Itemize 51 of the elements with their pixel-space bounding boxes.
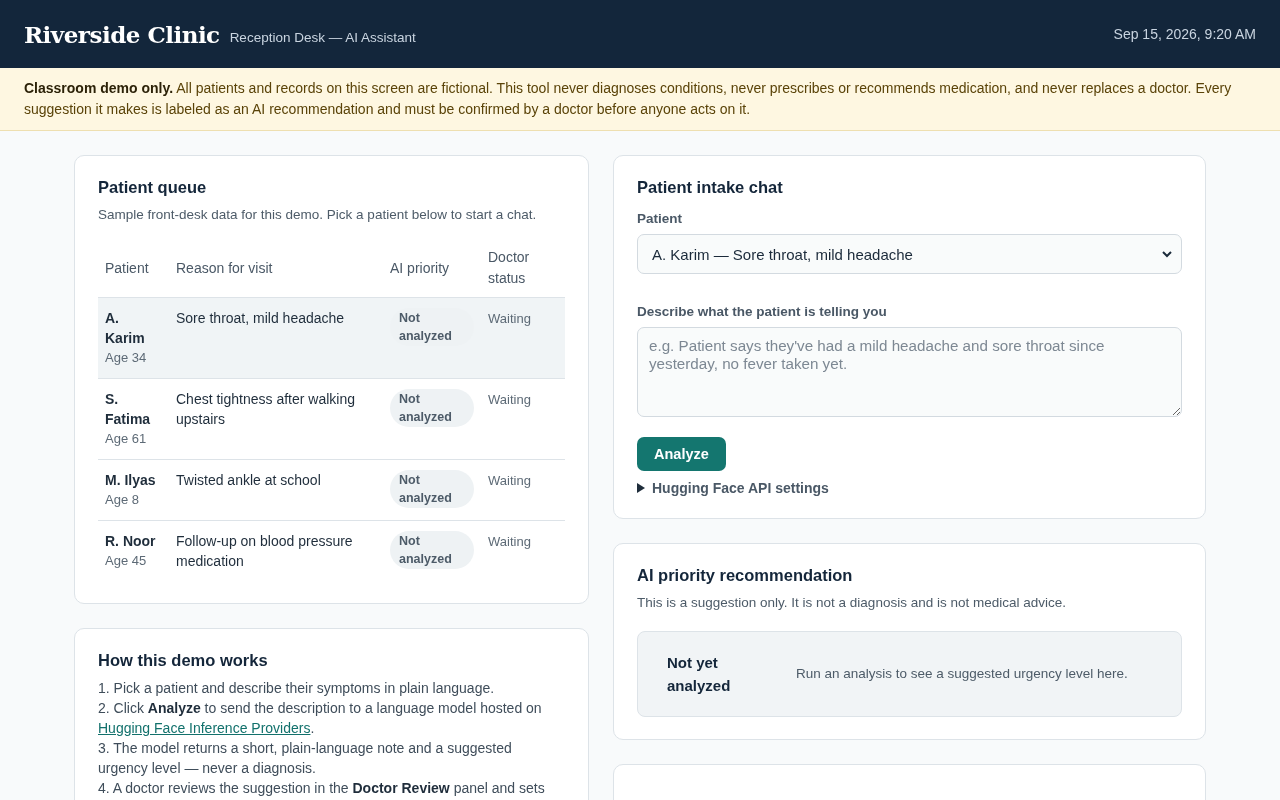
date-time: Sep 15, 2026, 9:20 AM <box>1113 26 1256 42</box>
doctor-status: Waiting <box>488 473 531 488</box>
card-title: How this demo works <box>98 651 269 670</box>
card-title: AI priority recommendation <box>637 566 854 585</box>
api-settings-toggle[interactable]: Hugging Face API settings <box>637 480 1182 496</box>
patient-row[interactable]: R. Noor Age 45 Follow-up on blood pressure medication Not analyzed Waiting <box>98 520 565 581</box>
field-label: Patient <box>637 211 683 226</box>
patient-age: Age 8 <box>105 491 140 509</box>
column-header: Reason for visit <box>169 239 383 298</box>
card-title: Patient queue <box>98 178 208 197</box>
card-subtitle: This is a suggestion only. It is not a diagnosis and is not medical advice. <box>637 594 1067 612</box>
column-header: Patient <box>98 239 169 298</box>
chevron-icon <box>1161 250 1173 258</box>
step-text: 3. The model returns a short, plain-language note and a suggested urgency level — never a diagnosis. <box>98 739 513 778</box>
card-title: Patient intake chat <box>637 178 784 197</box>
step-text: 1. Pick a patient and describe their symptoms in plain language. <box>98 679 496 698</box>
patient-select[interactable]: A. Karim — Sore throat, mild headache <box>637 234 1182 274</box>
visit-reason: Follow-up on blood pressure medication <box>169 520 383 581</box>
patient-name: A. Karim <box>105 309 146 348</box>
column-header: Doctor status <box>481 239 565 298</box>
priority-label: Not analyzed <box>390 389 474 427</box>
doctor-status: Waiting <box>488 534 531 549</box>
patient-row[interactable]: A. Karim Age 34 Sore throat, mild headache Not analyzed Waiting <box>98 297 565 379</box>
doctor-status: Waiting <box>488 311 531 326</box>
symptom-field[interactable]: e.g. Patient says they've had a mild headache and sore throat since yesterday, no fever taken yet. <box>637 327 1182 417</box>
visit-reason: Sore throat, mild headache <box>169 297 383 379</box>
patient-age: Age 61 <box>105 430 148 448</box>
recommendation-message: Run an analysis to see a suggested urgency level here. <box>796 665 1129 683</box>
priority-label: Not analyzed <box>390 531 474 569</box>
patient-name: R. Noor <box>105 532 157 551</box>
step-text: 2. Click Analyze to send the description to a language model hosted on Hugging Face Inference Providers. <box>98 699 543 738</box>
visit-reason: Twisted ankle at school <box>169 459 383 521</box>
field-label: Describe what the patient is telling you <box>637 304 888 319</box>
card-subtitle: Sample front-desk data for this demo. Pick a patient below to start a chat. <box>98 206 538 224</box>
priority-label: Not analyzed <box>390 470 474 508</box>
patient-age: Age 34 <box>105 349 148 367</box>
analyze-button[interactable]: Analyze <box>637 437 726 471</box>
doctor-status: Waiting <box>488 392 531 407</box>
patient-row[interactable]: S. Fatima Age 61 Chest tightness after walking upstairs Not analyzed Waiting <box>98 378 565 460</box>
header-subtitle: Reception Desk — AI Assistant <box>229 29 416 45</box>
step-text: 4. A doctor reviews the suggestion in the Doctor Review panel and sets <box>98 779 546 798</box>
patient-age: Age 45 <box>105 552 148 570</box>
recommendation-status: Not yet analyzed <box>667 653 732 696</box>
disclosure-triangle-icon <box>637 483 646 493</box>
patient-row[interactable]: M. Ilyas Age 8 Twisted ankle at school Not analyzed Waiting <box>98 459 565 521</box>
clinic-title: Riverside Clinic <box>24 20 220 48</box>
patient-name: S. Fatima <box>105 390 152 429</box>
column-header: AI priority <box>383 239 481 298</box>
visit-reason: Chest tightness after walking upstairs <box>169 378 383 460</box>
patient-name: M. Ilyas <box>105 471 157 490</box>
demo-notice: Classroom demo only. All patients and records on this screen are fictional. This tool never diagnoses conditions, never prescribes or recommends medication, and never replaces a doctor. Every suggestion it makes is labeled as an AI recommendation and must be confirmed by a doctor before anyone acts on it. <box>0 68 1280 131</box>
